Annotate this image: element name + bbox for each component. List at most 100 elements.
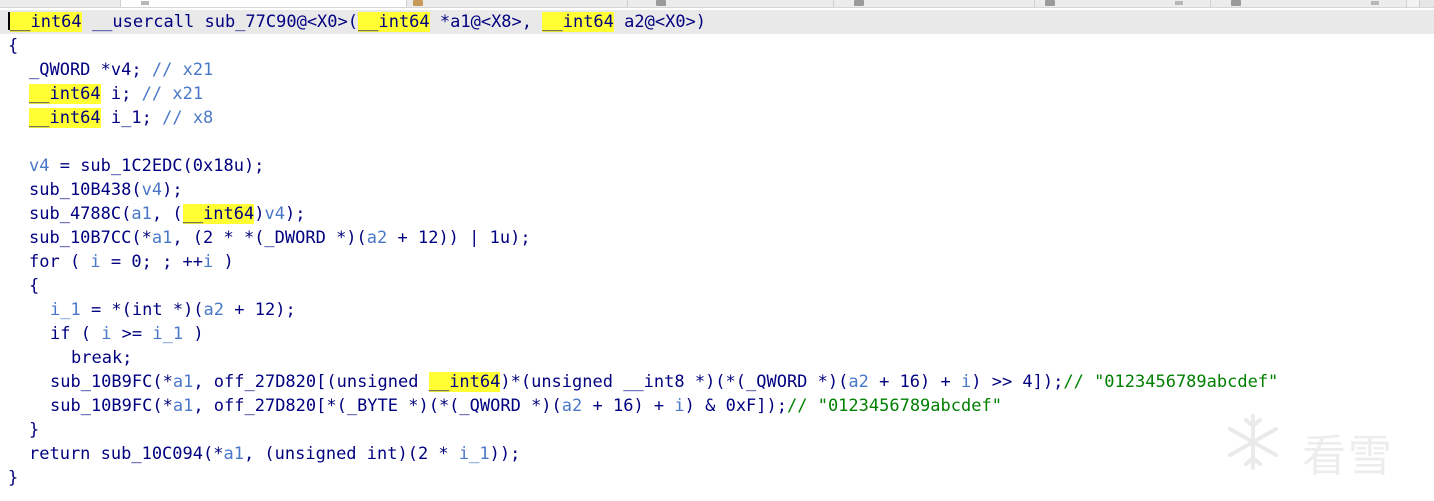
code-line[interactable]: sub_10B9FC(*a1, off_27D820[(unsigned __i… — [8, 370, 1278, 394]
code-text[interactable]: + 12)) | 1u); — [387, 228, 531, 248]
code-text[interactable]: break; — [71, 348, 132, 368]
punct: ; — [121, 84, 142, 104]
variable[interactable]: i — [111, 84, 121, 104]
tab-active[interactable] — [121, 0, 407, 7]
signature-text[interactable]: __usercall sub_77C90@<X0>( — [82, 12, 358, 32]
type-keyword[interactable]: __int64 — [10, 12, 82, 32]
variable[interactable]: v4 — [142, 180, 162, 200]
variable[interactable]: i — [203, 252, 213, 272]
code-line[interactable]: { — [8, 34, 18, 58]
code-text[interactable]: return sub_10C094(* — [29, 444, 223, 464]
tab[interactable] — [0, 0, 121, 7]
code-line[interactable]: if ( i >= i_1 ) — [8, 322, 204, 346]
code-line[interactable]: sub_10B9FC(*a1, off_27D820[*(_BYTE *)(*(… — [8, 394, 1002, 418]
variable[interactable]: i_1 — [152, 324, 183, 344]
tab[interactable] — [628, 0, 834, 7]
code-line[interactable]: return sub_10C094(*a1, (unsigned int)(2 … — [8, 442, 520, 466]
variable[interactable]: i_1 — [111, 108, 142, 128]
tab[interactable] — [834, 0, 1035, 7]
variable[interactable]: v4 — [29, 156, 49, 176]
code-text[interactable]: >= — [111, 324, 152, 344]
code-text[interactable]: sub_10B438( — [29, 180, 142, 200]
variable[interactable]: i — [101, 324, 111, 344]
variable[interactable]: a2 — [848, 372, 868, 392]
code-text[interactable]: , ( — [152, 204, 183, 224]
code-line[interactable]: sub_10B7CC(*a1, (2 * *(_DWORD *)(a2 + 12… — [8, 226, 531, 250]
code-line[interactable]: __int64 i; // x21 — [8, 82, 203, 106]
variable[interactable]: v4 — [111, 60, 131, 80]
close-icon[interactable] — [1371, 1, 1379, 5]
code-text[interactable]: sub_10B7CC(* — [29, 228, 152, 248]
type-keyword[interactable]: __int64 — [358, 12, 430, 32]
function-signature-line[interactable]: __int64 __usercall sub_77C90@<X0>(__int6… — [0, 10, 1434, 34]
code-line[interactable]: _QWORD *v4; // x21 — [8, 58, 213, 82]
code-text[interactable]: sub_10B9FC(* — [50, 372, 173, 392]
type-keyword[interactable]: __int64 — [542, 12, 614, 32]
code-text[interactable]: ) — [213, 252, 234, 272]
type-keyword[interactable]: __int64 — [182, 204, 255, 224]
scroll-up-button[interactable] — [1419, 0, 1434, 7]
code-text[interactable]: )*(unsigned __int8 *)(*(_QWORD *)( — [500, 372, 848, 392]
variable[interactable]: a1 — [131, 204, 151, 224]
code-text[interactable]: + 16) + — [582, 396, 674, 416]
code-line[interactable]: __int64 i_1; // x8 — [8, 106, 213, 130]
variable[interactable]: i_1 — [50, 300, 81, 320]
variable[interactable]: i — [961, 372, 971, 392]
code-text[interactable]: = 0; ; ++ — [101, 252, 203, 272]
tab[interactable] — [1035, 0, 1211, 7]
code-line[interactable]: v4 = sub_1C2EDC(0x18u); — [8, 154, 264, 178]
code-text[interactable]: ); — [285, 204, 305, 224]
code-text[interactable]: for ( — [29, 252, 90, 272]
code-text[interactable]: if ( — [50, 324, 101, 344]
variable[interactable]: i_1 — [459, 444, 490, 464]
code-line[interactable]: sub_4788C(a1, (__int64)v4); — [8, 202, 305, 226]
variable[interactable]: v4 — [264, 204, 284, 224]
close-icon[interactable] — [1175, 1, 1183, 5]
code-line[interactable]: } — [8, 466, 18, 490]
code-text[interactable]: + 12); — [224, 300, 295, 320]
code-text[interactable]: sub_10B9FC(* — [50, 396, 173, 416]
code-text[interactable]: + 16) + — [869, 372, 961, 392]
variable[interactable]: a2 — [562, 396, 582, 416]
code-text[interactable]: ) — [254, 204, 264, 224]
code-text[interactable]: ) — [183, 324, 203, 344]
code-text[interactable]: , (unsigned int)(2 * — [244, 444, 459, 464]
variable[interactable]: i — [674, 396, 684, 416]
tab[interactable] — [1211, 0, 1407, 7]
code-text[interactable]: ); — [162, 180, 182, 200]
tab[interactable] — [407, 0, 628, 7]
code-text[interactable]: = sub_1C2EDC(0x18u); — [49, 156, 265, 176]
type-keyword[interactable]: _QWORD — [29, 60, 101, 80]
variable[interactable]: a2 — [367, 228, 387, 248]
signature-text[interactable]: a2@<X0>) — [614, 12, 706, 32]
code-text[interactable]: sub_4788C( — [29, 204, 131, 224]
variable[interactable]: a2 — [204, 300, 224, 320]
type-keyword[interactable]: __int64 — [29, 84, 101, 104]
type-keyword[interactable]: __int64 — [29, 108, 101, 128]
pseudocode-view[interactable]: __int64 __usercall sub_77C90@<X0>(__int6… — [0, 10, 1434, 501]
variable[interactable]: a1 — [173, 396, 193, 416]
watermark-text: 看雪 — [1302, 431, 1394, 482]
code-line[interactable]: for ( i = 0; ; ++i ) — [8, 250, 234, 274]
code-line[interactable]: break; — [8, 346, 132, 370]
variable[interactable]: a1 — [173, 372, 193, 392]
code-text[interactable]: = *(int *)( — [81, 300, 204, 320]
code-text[interactable]: , off_27D820[(unsigned — [193, 372, 428, 392]
code-line[interactable]: i_1 = *(int *)(a2 + 12); — [8, 298, 296, 322]
code-text[interactable]: ) >> 4]); — [971, 372, 1063, 392]
variable[interactable]: i — [90, 252, 100, 272]
code-text[interactable]: ) & 0xF]); — [685, 396, 787, 416]
code-text[interactable]: , off_27D820[*(_BYTE *)(*(_QWORD *)( — [193, 396, 561, 416]
code-text[interactable]: , (2 * *(_DWORD *)( — [172, 228, 366, 248]
signature-text[interactable]: *a1@<X8>, — [430, 12, 543, 32]
code-text[interactable]: )); — [490, 444, 521, 464]
close-icon[interactable] — [141, 1, 149, 5]
tab-icon — [854, 0, 864, 6]
variable[interactable]: a1 — [152, 228, 172, 248]
code-line[interactable]: { — [8, 274, 39, 298]
variable[interactable]: a1 — [223, 444, 243, 464]
code-line[interactable]: } — [8, 418, 39, 442]
type-keyword[interactable]: __int64 — [428, 372, 501, 392]
comment: // "0123456789abcdef" — [1063, 372, 1279, 392]
code-line[interactable]: sub_10B438(v4); — [8, 178, 183, 202]
